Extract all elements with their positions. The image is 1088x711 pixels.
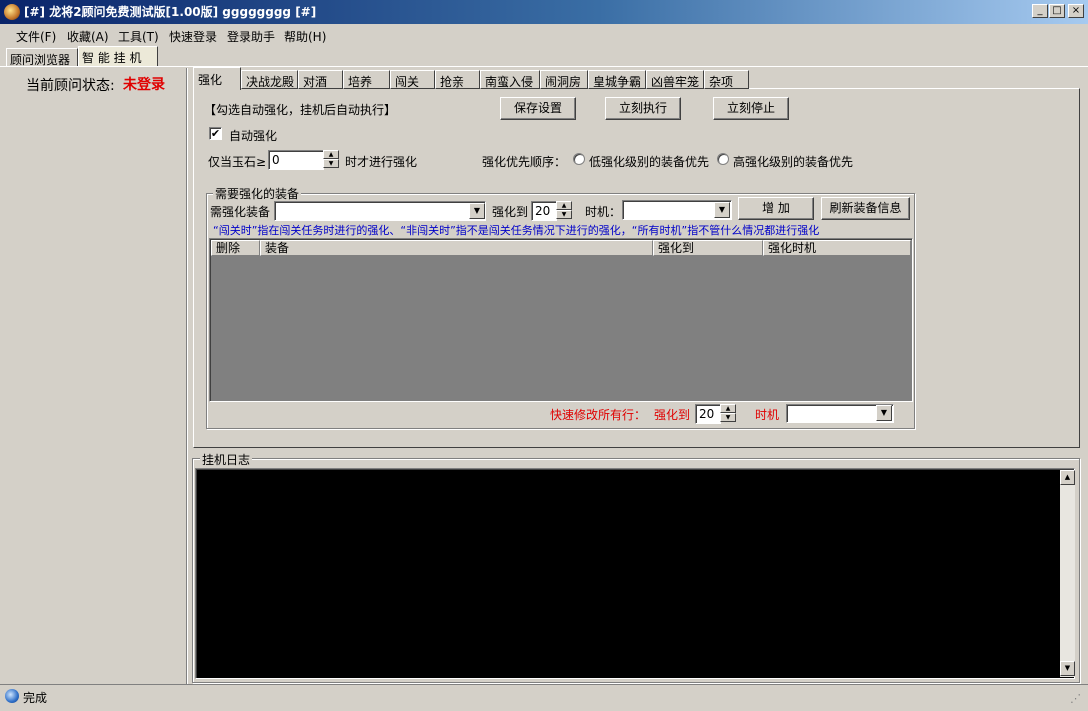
resize-grip-icon[interactable]: ⋰ xyxy=(1070,692,1081,705)
tab-beast-cage[interactable]: 凶兽牢笼 xyxy=(646,70,704,89)
auto-strengthen-hint: 【勾选自动强化，挂机后自动执行】 xyxy=(204,103,397,117)
equipment-group-title: 需要强化的装备 xyxy=(213,185,302,202)
tab-dragon-hall[interactable]: 决战龙殿 xyxy=(241,70,298,89)
chevron-down-icon[interactable]: ▼ xyxy=(876,405,892,421)
quick-edit-label: 快速修改所有行： xyxy=(550,408,647,422)
equip-label: 需强化装备 xyxy=(210,205,271,219)
priority-low-radio[interactable] xyxy=(573,153,585,165)
jade-input[interactable]: 0 xyxy=(268,150,324,170)
tab-snatch-bride[interactable]: 抢亲 xyxy=(435,70,480,89)
column-equipment[interactable]: 装备 xyxy=(260,240,653,256)
column-strengthen-timing[interactable]: 强化时机 xyxy=(763,240,911,256)
window-title: [#] 龙将2顾问免费测试版[1.00版] gggggggg [#] xyxy=(24,5,317,19)
equip-select[interactable] xyxy=(274,201,486,221)
priority-high-label: 高强化级别的装备优先 xyxy=(733,155,854,169)
status-value: 未登录 xyxy=(123,77,165,93)
strengthen-to-spinner[interactable]: ▲ ▼ xyxy=(556,201,572,219)
scroll-down-icon[interactable]: ▼ xyxy=(1060,661,1075,676)
spin-down-icon[interactable]: ▼ xyxy=(556,210,572,219)
tab-breakthrough[interactable]: 闯关 xyxy=(390,70,435,89)
tab-divider xyxy=(0,66,1088,67)
status-bar-text: 完成 xyxy=(23,691,48,705)
menu-favorites[interactable]: 收藏(A) xyxy=(67,28,109,45)
add-equipment-button[interactable]: 增 加 xyxy=(738,197,814,220)
log-scrollbar[interactable]: ▲ xyxy=(1060,470,1075,677)
tab-wedding-room[interactable]: 闹洞房 xyxy=(540,70,588,89)
scroll-up-icon[interactable]: ▲ xyxy=(1060,470,1075,485)
timing-label: 时机： xyxy=(585,205,622,219)
priority-high-radio[interactable] xyxy=(717,153,729,165)
log-title: 挂机日志 xyxy=(200,451,253,468)
close-button[interactable]: × xyxy=(1068,4,1084,18)
column-strengthen-to[interactable]: 强化到 xyxy=(653,240,763,256)
menu-file[interactable]: 文件(F) xyxy=(16,28,56,45)
status-label: 当前顾问状态: xyxy=(26,78,115,94)
priority-label: 强化优先顺序： xyxy=(482,155,567,169)
save-settings-button[interactable]: 保存设置 xyxy=(500,97,576,120)
spin-up-icon[interactable]: ▲ xyxy=(323,150,339,159)
tab-drinking[interactable]: 对酒 xyxy=(298,70,343,89)
tab-strengthen[interactable]: 强化 xyxy=(193,67,241,90)
ie-icon xyxy=(5,689,19,703)
tab-misc[interactable]: 杂项 xyxy=(704,70,749,89)
spin-up-icon[interactable]: ▲ xyxy=(720,404,736,413)
log-output[interactable] xyxy=(195,468,1075,679)
quick-edit-to-input[interactable]: 20 xyxy=(695,404,721,424)
app-window: [#] 龙将2顾问免费测试版[1.00版] gggggggg [#] _ □ ×… xyxy=(0,0,1088,711)
tab-smart-hangup[interactable]: 智 能 挂 机 xyxy=(78,46,158,67)
menu-help[interactable]: 帮助(H) xyxy=(284,28,326,45)
chevron-down-icon[interactable]: ▼ xyxy=(469,203,485,219)
tab-train[interactable]: 培养 xyxy=(343,70,390,89)
menu-tools[interactable]: 工具(T) xyxy=(118,28,159,45)
stop-now-button[interactable]: 立刻停止 xyxy=(713,97,789,120)
spin-down-icon[interactable]: ▼ xyxy=(720,413,736,422)
spin-down-icon[interactable]: ▼ xyxy=(323,159,339,168)
menu-bar xyxy=(0,24,1088,46)
tab-imperial-city[interactable]: 皇城争霸 xyxy=(588,70,646,89)
tab-advisor-browser[interactable]: 顾问浏览器 xyxy=(6,48,78,67)
quick-edit-timing-label: 时机 xyxy=(755,408,780,422)
maximize-button[interactable]: □ xyxy=(1049,4,1065,18)
jade-label-suffix: 时才进行强化 xyxy=(345,155,418,169)
jade-label: 仅当玉石≥ xyxy=(208,155,267,169)
app-icon xyxy=(4,4,20,20)
auto-strengthen-checkbox[interactable]: ✔ xyxy=(209,127,222,140)
quick-edit-to-spinner[interactable]: ▲ ▼ xyxy=(720,404,736,422)
strengthen-to-input[interactable]: 20 xyxy=(531,201,557,221)
strengthen-to-label: 强化到 xyxy=(492,205,529,219)
quick-edit-to-label: 强化到 xyxy=(654,408,691,422)
equipment-list[interactable]: 删除 装备 强化到 强化时机 xyxy=(209,238,913,402)
menu-login-helper[interactable]: 登录助手 xyxy=(227,28,275,45)
timing-note: “闯关时”指在闯关任务时进行的强化、“非闯关时”指不是闯关任务情况下进行的强化，… xyxy=(213,224,820,237)
column-delete[interactable]: 删除 xyxy=(211,240,260,256)
spin-up-icon[interactable]: ▲ xyxy=(556,201,572,210)
menu-quick-login[interactable]: 快速登录 xyxy=(169,28,217,45)
status-bar xyxy=(0,684,1088,711)
panel-divider xyxy=(186,68,188,684)
jade-spinner[interactable]: ▲ ▼ xyxy=(323,150,339,168)
chevron-down-icon[interactable]: ▼ xyxy=(714,202,730,218)
priority-low-label: 低强化级别的装备优先 xyxy=(589,155,710,169)
auto-strengthen-label: 自动强化 xyxy=(229,129,278,143)
refresh-equipment-button[interactable]: 刷新装备信息 xyxy=(821,197,910,220)
tab-southern-invasion[interactable]: 南蛮入侵 xyxy=(480,70,540,89)
execute-now-button[interactable]: 立刻执行 xyxy=(605,97,681,120)
minimize-button[interactable]: _ xyxy=(1032,4,1048,18)
